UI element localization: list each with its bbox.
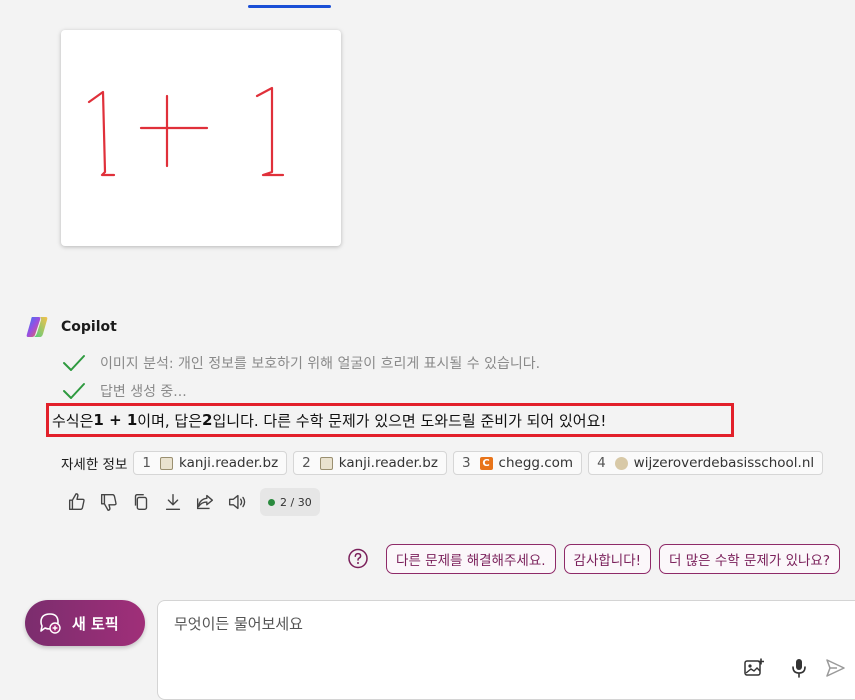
source-site: wijzeroverdebasisschool.nl — [633, 455, 815, 471]
uploaded-image[interactable] — [61, 30, 341, 246]
check-icon — [63, 383, 85, 399]
source-site: kanji.reader.bz — [338, 455, 438, 471]
handwritten-equation-image — [87, 86, 285, 177]
kanji-reader-favicon-icon — [160, 456, 173, 470]
turn-count-text: 2 / 30 — [280, 495, 312, 509]
copy-icon[interactable] — [130, 491, 152, 513]
source-site: chegg.com — [498, 455, 574, 471]
status-image-analysis: 이미지 분석: 개인 정보를 보호하기 위해 얼굴이 흐리게 표시될 수 있습니… — [62, 353, 540, 373]
source-number: 1 — [142, 455, 151, 471]
source-site: kanji.reader.bz — [179, 455, 279, 471]
share-icon[interactable] — [194, 491, 216, 513]
suggestion-solve-another[interactable]: 다른 문제를 해결해주세요. — [386, 544, 556, 574]
message-actions: 2 / 30 — [66, 488, 320, 516]
chat-input[interactable] — [172, 611, 736, 637]
microphone-icon[interactable] — [788, 657, 810, 679]
kanji-reader-favicon-icon — [319, 456, 333, 470]
wijzer-favicon-icon — [614, 456, 628, 470]
status-generating: 답변 생성 중... — [62, 381, 187, 401]
thumbs-down-icon[interactable] — [98, 491, 120, 513]
source-link-3[interactable]: 3 C chegg.com — [452, 451, 583, 475]
suggested-replies: 다른 문제를 해결해주세요. 감사합니다! 더 많은 수학 문제가 있나요? — [347, 544, 840, 574]
source-number: 4 — [597, 455, 606, 471]
download-icon[interactable] — [162, 491, 184, 513]
suggestion-thanks[interactable]: 감사합니다! — [563, 544, 652, 574]
answer-part3: 입니다. 다른 수학 문제가 있으면 도와드릴 준비가 되어 있어요! — [212, 411, 607, 430]
answer-part1: 수식은 — [52, 411, 94, 430]
chat-composer — [157, 600, 855, 700]
status-text: 답변 생성 중... — [100, 384, 187, 400]
read-aloud-icon[interactable] — [226, 491, 248, 513]
question-bubble-icon — [348, 548, 368, 569]
suggestion-more-problems[interactable]: 더 많은 수학 문제가 있나요? — [659, 544, 840, 574]
sources-row: 자세한 정보 1 kanji.reader.bz 2 kanji.reader.… — [61, 451, 829, 475]
answer-result: 2 — [202, 411, 213, 429]
turn-counter: 2 / 30 — [260, 488, 320, 516]
add-image-icon[interactable] — [743, 657, 765, 679]
source-link-2[interactable]: 2 kanji.reader.bz — [293, 451, 447, 475]
active-tab-indicator — [248, 5, 331, 8]
send-icon[interactable] — [824, 657, 846, 679]
check-icon — [63, 355, 85, 371]
assistant-name: Copilot — [61, 319, 117, 335]
source-link-4[interactable]: 4 wijzeroverdebasisschool.nl — [588, 451, 824, 475]
sources-label: 자세한 정보 — [61, 457, 128, 473]
thumbs-up-icon[interactable] — [66, 491, 88, 513]
new-topic-button[interactable]: 새 토픽 — [25, 600, 145, 646]
answer-text: 수식은 1 + 1 이며, 답은 2 입니다. 다른 수학 문제가 있으면 도와… — [46, 403, 734, 437]
chegg-favicon-icon: C — [479, 456, 493, 470]
status-dot-icon — [268, 498, 275, 506]
source-link-1[interactable]: 1 kanji.reader.bz — [133, 451, 288, 475]
new-chat-icon — [40, 613, 61, 634]
copilot-logo-icon — [26, 317, 48, 337]
answer-part2: 이며, 답은 — [137, 411, 203, 430]
copilot-header: Copilot — [24, 314, 117, 340]
answer-expression: 1 + 1 — [93, 411, 138, 429]
status-text: 이미지 분석: 개인 정보를 보호하기 위해 얼굴이 흐리게 표시될 수 있습니… — [100, 356, 541, 372]
new-topic-label: 새 토픽 — [72, 614, 119, 633]
source-number: 3 — [461, 455, 471, 471]
source-number: 2 — [302, 455, 311, 471]
